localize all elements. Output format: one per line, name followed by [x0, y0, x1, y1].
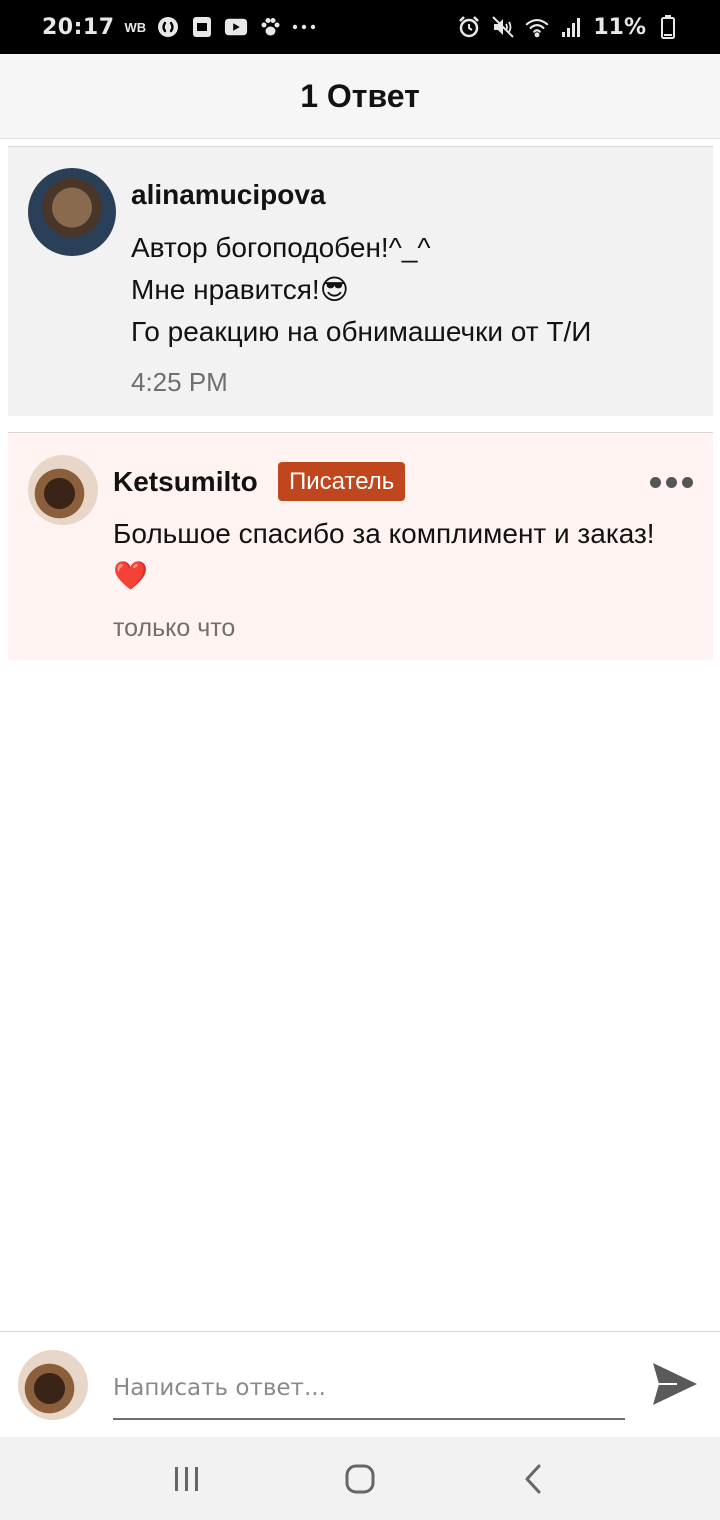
status-left: 20:17 WB	[42, 15, 316, 40]
reply-timestamp: только что	[113, 614, 236, 642]
comment-username[interactable]: alinamucipova	[131, 179, 326, 211]
home-button[interactable]	[330, 1449, 390, 1509]
battery-percent: 11%	[593, 14, 646, 40]
wifi-icon	[525, 15, 549, 39]
status-bar: 20:17 WB 11%	[0, 0, 720, 54]
recent-apps-icon	[174, 1466, 198, 1491]
reply-username[interactable]: Ketsumilto	[113, 466, 258, 498]
comment-timestamp: 4:25 PM	[131, 367, 228, 397]
back-button[interactable]	[503, 1449, 563, 1509]
reply-input[interactable]	[113, 1358, 625, 1420]
avatar[interactable]	[28, 168, 116, 256]
status-time: 20:17	[42, 14, 115, 40]
reply-composer	[0, 1331, 720, 1437]
youtube-icon	[224, 15, 248, 39]
screen-icon	[190, 15, 214, 39]
shazam-icon	[156, 15, 180, 39]
signal-icon	[559, 15, 583, 39]
avatar[interactable]	[28, 455, 98, 525]
recent-apps-button[interactable]	[157, 1449, 217, 1509]
more-dots-icon	[292, 15, 316, 39]
carrier-label: WB	[124, 19, 147, 35]
original-comment: alinamucipova Автор богоподобен!^_^ Мне …	[8, 146, 713, 416]
alarm-icon	[457, 15, 481, 39]
reply-text: Большое спасибо за комплимент и заказ! ❤…	[113, 518, 655, 591]
send-icon	[653, 1363, 697, 1405]
battery-icon	[656, 15, 680, 39]
page-header: 1 Ответ	[0, 54, 720, 139]
more-options-icon[interactable]	[650, 477, 693, 488]
status-right: 11%	[457, 15, 680, 40]
reply-comment: Ketsumilto Писатель Большое спасибо за к…	[8, 432, 713, 660]
comment-text: Автор богоподобен!^_^ Мне нравится!😎 Го …	[131, 232, 592, 347]
avatar	[18, 1350, 88, 1420]
mute-icon	[491, 15, 515, 39]
home-icon	[345, 1464, 375, 1493]
page-title: 1 Ответ	[300, 77, 420, 114]
send-button[interactable]	[650, 1360, 700, 1408]
writer-badge: Писатель	[278, 462, 406, 501]
back-icon	[525, 1464, 541, 1493]
system-nav-bar	[0, 1437, 720, 1520]
paw-icon	[258, 15, 282, 39]
